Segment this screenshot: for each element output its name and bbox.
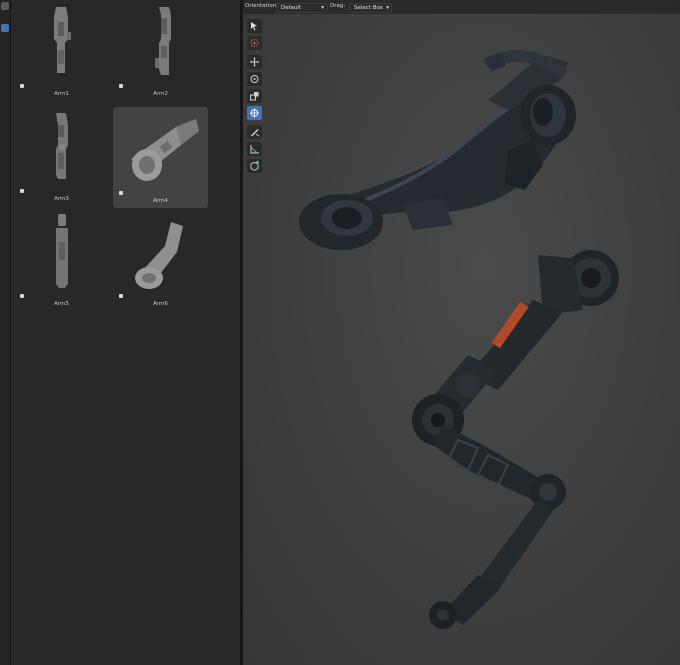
asset-label: Arm4 bbox=[153, 198, 168, 204]
asset-tile-arm1[interactable]: Arm1 bbox=[14, 0, 109, 101]
asset-checkbox[interactable] bbox=[20, 84, 24, 88]
asset-tile-arm3[interactable]: Arm3 bbox=[14, 105, 109, 206]
asset-tile-arm2[interactable]: Arm2 bbox=[113, 0, 208, 101]
scale-tool[interactable] bbox=[247, 89, 262, 103]
asset-checkbox[interactable] bbox=[20, 294, 24, 298]
annotate-tool[interactable] bbox=[247, 125, 262, 139]
asset-label: Arm5 bbox=[54, 301, 69, 307]
cursor-tool[interactable] bbox=[247, 36, 262, 50]
arm5-thumbnail bbox=[56, 214, 68, 288]
add-cube-tool[interactable] bbox=[247, 159, 262, 173]
arm4-thumbnail bbox=[131, 119, 199, 181]
orientation-dropdown[interactable]: Default ▾ bbox=[276, 3, 328, 13]
cursor-select-icon bbox=[251, 22, 257, 31]
asset-checkbox[interactable] bbox=[119, 84, 123, 88]
orientation-value: Default bbox=[281, 5, 302, 11]
asset-label: Arm1 bbox=[54, 91, 69, 97]
3d-viewport[interactable]: Orientation: Default ▾ Drag: Select Box … bbox=[243, 0, 680, 665]
3d-cursor-icon bbox=[250, 39, 259, 47]
viewport-header: Orientation: Default ▾ Drag: Select Box … bbox=[243, 0, 680, 14]
rotate-icon bbox=[250, 75, 259, 83]
catalog-icon[interactable] bbox=[1, 24, 9, 32]
measure-ruler-icon bbox=[250, 145, 259, 154]
chevron-down-icon: ▾ bbox=[386, 5, 389, 11]
asset-browser-panel: Arm1 Arm2 Arm3 Arm4 Arm5 Arm6 bbox=[11, 0, 240, 665]
measure-tool[interactable] bbox=[247, 142, 262, 156]
editor-type-icon[interactable] bbox=[1, 2, 9, 10]
arm2-thumbnail bbox=[155, 7, 171, 75]
asset-checkbox[interactable] bbox=[119, 191, 123, 195]
asset-tile-arm5[interactable]: Arm5 bbox=[14, 210, 109, 311]
drag-label: Drag: bbox=[330, 3, 346, 9]
rotate-tool[interactable] bbox=[247, 72, 262, 86]
move-icon bbox=[250, 57, 259, 67]
add-cube-icon bbox=[250, 161, 259, 171]
select-box-tool[interactable] bbox=[247, 19, 262, 33]
robot-arm-models bbox=[299, 49, 619, 629]
arm3-thumbnail bbox=[56, 113, 68, 179]
asset-tile-arm6[interactable]: Arm6 bbox=[113, 210, 208, 311]
move-tool[interactable] bbox=[247, 55, 262, 69]
transform-tool[interactable] bbox=[247, 106, 262, 120]
arm6-thumbnail bbox=[135, 222, 183, 289]
upper-arm-model bbox=[299, 49, 576, 250]
drag-value: Select Box bbox=[354, 5, 383, 11]
drag-dropdown[interactable]: Select Box ▾ bbox=[349, 3, 392, 13]
scale-icon bbox=[250, 92, 259, 101]
lower-arm-model bbox=[412, 250, 619, 629]
asset-label: Arm2 bbox=[153, 91, 168, 97]
asset-checkbox[interactable] bbox=[119, 294, 123, 298]
chevron-down-icon: ▾ bbox=[321, 5, 324, 11]
asset-label: Arm6 bbox=[153, 301, 168, 307]
transform-icon bbox=[250, 108, 259, 118]
arm1-thumbnail bbox=[54, 7, 71, 73]
annotate-pencil-icon bbox=[251, 129, 260, 137]
asset-label: Arm3 bbox=[54, 196, 69, 202]
asset-checkbox[interactable] bbox=[20, 189, 24, 193]
asset-tile-arm4[interactable]: Arm4 bbox=[113, 107, 208, 208]
editor-type-strip bbox=[0, 0, 11, 665]
orientation-label: Orientation: bbox=[245, 3, 278, 9]
